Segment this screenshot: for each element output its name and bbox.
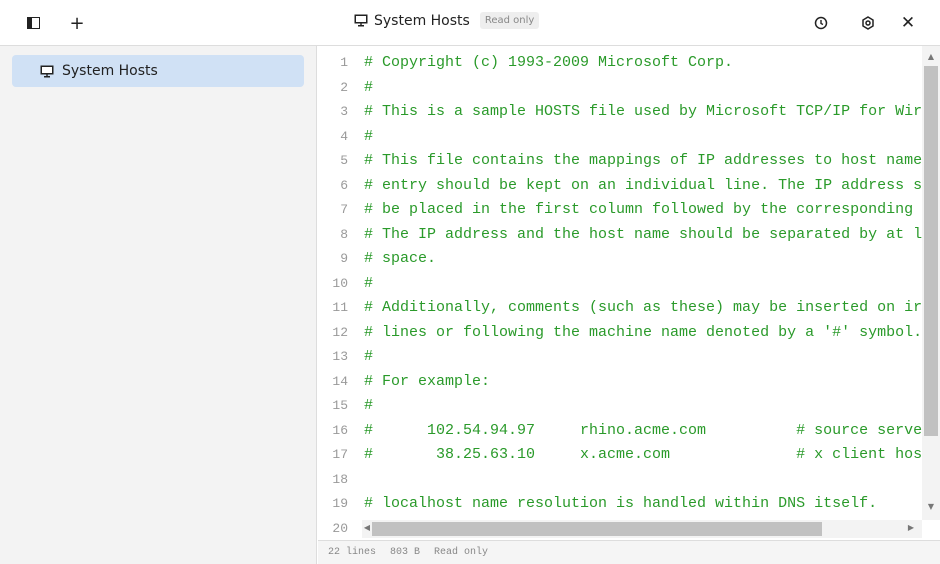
line-number: 17 (332, 447, 348, 462)
line-text: # Copyright (c) 1993-2009 Microsoft Corp… (364, 54, 734, 71)
line-number: 11 (332, 300, 348, 315)
add-icon[interactable]: + (66, 12, 88, 34)
line-number: 6 (340, 177, 348, 193)
line-text: # (364, 348, 374, 365)
code-line: 2 # (318, 76, 922, 100)
line-number: 19 (332, 496, 348, 511)
line-number: 7 (340, 202, 348, 217)
line-number: 15 (332, 398, 348, 413)
horizontal-scrollbar[interactable]: ◀ ▶ (362, 520, 922, 538)
title-text: System Hosts (374, 12, 470, 29)
line-number: 8 (340, 226, 348, 242)
history-icon[interactable] (810, 12, 832, 34)
code-line: 9 # space. (318, 247, 922, 271)
line-text: # The IP address and the host name shoul… (364, 225, 922, 243)
code-line: 14 # For example: (318, 370, 922, 394)
scroll-down-icon[interactable]: ▼ (922, 502, 940, 511)
mode: Read only (434, 547, 489, 558)
code-line: 3 # This is a sample HOSTS file used by M… (318, 100, 922, 124)
code-line: 11 # Additionally, comments (such as thes… (318, 296, 922, 320)
line-text: # This is a sample HOSTS file used by Mi… (364, 103, 922, 120)
line-number: 12 (332, 324, 348, 340)
code-line: 17 # 38.25.63.10 x.acme.com # x client ho… (318, 443, 922, 467)
window-title: System Hosts Read only (354, 12, 540, 29)
line-text: # 102.54.94.97 rhino.acme.com # source s… (364, 421, 922, 439)
line-text: # 38.25.63.10 x.acme.com # x client hos (364, 446, 922, 463)
line-text: # This file contains the mappings of IP … (364, 152, 922, 169)
code-line: 10 # (318, 272, 922, 296)
line-text: # (364, 397, 374, 414)
code-line: 4 # (318, 125, 922, 149)
toggle-sidebar-icon[interactable] (22, 12, 44, 34)
line-number: 14 (332, 373, 348, 389)
line-number: 18 (332, 471, 348, 487)
code-line: 5 # This file contains the mappings of IP… (318, 149, 922, 173)
code-line: 18 (318, 468, 922, 492)
sidebar-item-label: System Hosts (62, 63, 158, 79)
line-number: 20 (332, 520, 348, 536)
line-number: 13 (332, 349, 348, 364)
line-text: # localhost name resolution is handled w… (364, 495, 878, 512)
vertical-scroll-thumb[interactable] (924, 66, 938, 436)
monitor-icon (354, 14, 368, 27)
line-number: 10 (332, 275, 348, 291)
top-bar: + System Hosts Read only ✕ (0, 0, 940, 46)
line-text: # be placed in the first column followed… (364, 201, 922, 218)
file-size: 803 B (390, 547, 421, 558)
line-text (364, 468, 922, 492)
line-text: # space. (364, 250, 437, 267)
line-number: 1 (340, 55, 348, 70)
status-bar: 22 lines 803 B Read only (318, 540, 940, 564)
line-text: # entry should be kept on an individual … (364, 176, 922, 194)
line-text: # (364, 127, 374, 145)
sidebar-item-system-hosts[interactable]: System Hosts (12, 55, 304, 87)
line-text: # Additionally, comments (such as these)… (364, 299, 922, 316)
line-text: # (364, 78, 374, 96)
line-number: 4 (340, 128, 348, 144)
code-line: 1 # Copyright (c) 1993-2009 Microsoft Cor… (318, 51, 922, 75)
scroll-up-icon[interactable]: ▲ (922, 52, 940, 61)
sidebar: System Hosts (0, 46, 317, 564)
horizontal-scroll-thumb[interactable] (372, 522, 822, 536)
code-line: 6 # entry should be kept on an individual… (318, 174, 922, 198)
line-text: # For example: (364, 372, 491, 390)
code-line: 16 # 102.54.94.97 rhino.acme.com # source… (318, 419, 922, 443)
line-number: 16 (332, 422, 348, 438)
scroll-right-icon[interactable]: ▶ (902, 523, 920, 532)
line-text: # (364, 274, 374, 292)
code-line: 8 # The IP address and the host name shou… (318, 223, 922, 247)
code-line: 19 # localhost name resolution is handled… (318, 492, 922, 516)
line-text: # lines or following the machine name de… (364, 323, 922, 341)
read-only-badge: Read only (479, 12, 540, 29)
code-line: 12 # lines or following the machine name … (318, 321, 922, 345)
line-number: 5 (340, 153, 348, 168)
code-line: 15 # (318, 394, 922, 418)
settings-icon[interactable] (857, 12, 879, 34)
close-icon[interactable]: ✕ (897, 12, 919, 34)
line-number: 3 (340, 104, 348, 119)
code-line: 13 # (318, 345, 922, 369)
vertical-scrollbar[interactable]: ▲ ▼ (922, 46, 940, 520)
line-number: 2 (340, 79, 348, 95)
code-line: 7 # be placed in the first column followe… (318, 198, 922, 222)
line-count: 22 lines (328, 547, 377, 558)
code-editor[interactable]: 1 # Copyright (c) 1993-2009 Microsoft Cor… (318, 46, 940, 540)
monitor-icon (40, 65, 54, 77)
line-number: 9 (340, 251, 348, 266)
